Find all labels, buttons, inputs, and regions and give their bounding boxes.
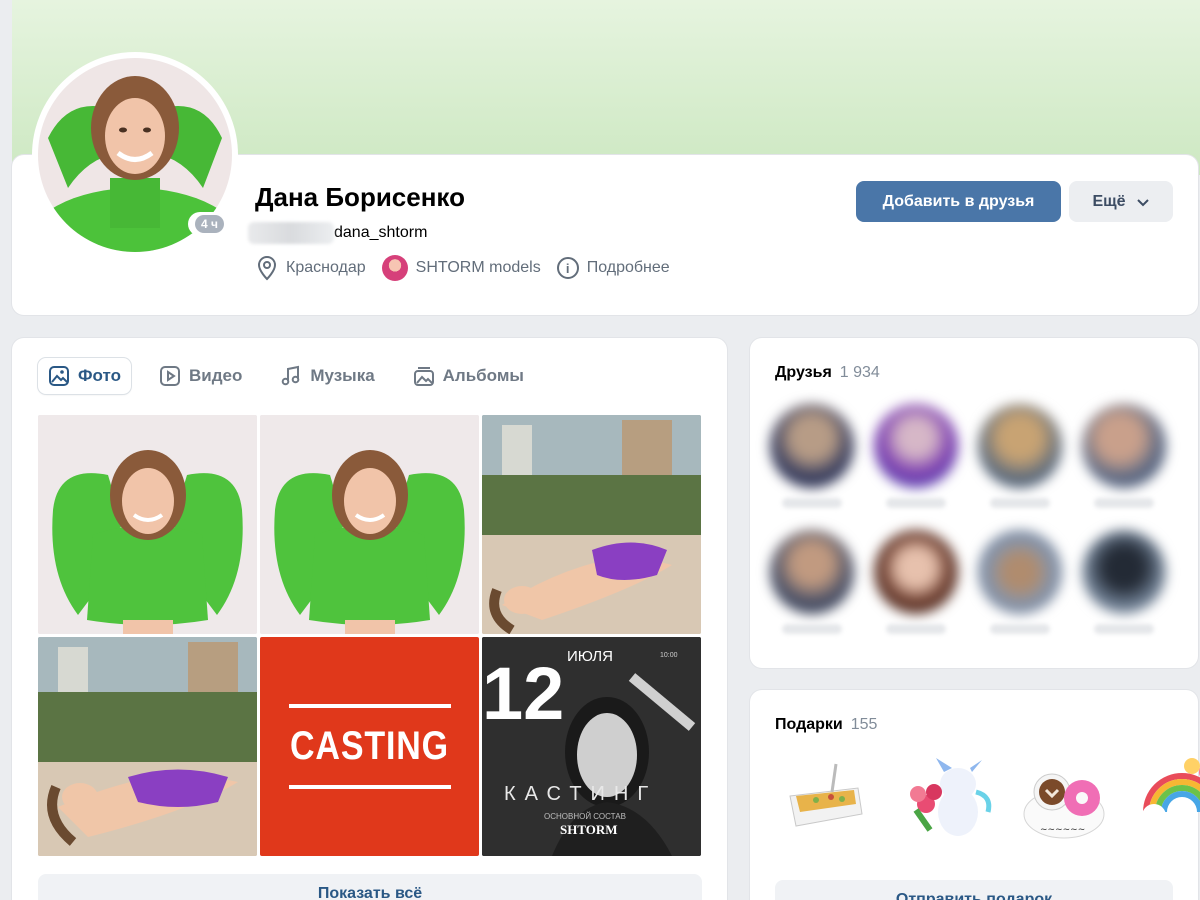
friend-name <box>782 624 842 634</box>
avatar <box>874 404 958 488</box>
tab-label: Видео <box>188 366 243 385</box>
friend-item[interactable] <box>1082 404 1166 508</box>
casting-text: CASTING <box>290 724 449 768</box>
friend-name <box>990 498 1050 508</box>
photo-thumbnail[interactable] <box>38 637 257 856</box>
profile-handle-row: dana_shtorm <box>248 222 427 244</box>
video-icon <box>159 366 180 386</box>
avatar <box>978 530 1062 614</box>
friend-item[interactable] <box>770 404 854 508</box>
gift-rainbow-balloons-icon[interactable] <box>1136 752 1200 848</box>
gifts-card: Подарки 155 ~~~~~~ Отправить подарок <box>750 690 1200 900</box>
profile-name: Дана Борисенко <box>255 182 465 212</box>
music-icon <box>282 365 300 386</box>
divider <box>288 704 451 708</box>
friend-name <box>1094 624 1154 634</box>
avatar <box>770 404 854 488</box>
casting-poster[interactable]: 12 ИЮЛЯ 10:00 КАСТИНГ ОСНОВНОЙ СОСТАВ SH… <box>482 637 701 856</box>
tab-label: Музыка <box>310 366 375 385</box>
show-all-button[interactable]: Показать всё <box>38 874 702 900</box>
friend-name <box>886 498 946 508</box>
details-label: Подробнее <box>586 259 670 276</box>
friend-item[interactable] <box>874 530 958 634</box>
friend-item[interactable] <box>978 404 1062 508</box>
photo-thumbnail[interactable] <box>38 415 257 634</box>
send-gift-button[interactable]: Отправить подарок <box>775 880 1173 900</box>
tab-video[interactable]: Видео <box>149 358 252 394</box>
svg-text:КАСТИНГ: КАСТИНГ <box>504 783 657 805</box>
blurred-id <box>248 222 334 244</box>
avatar <box>874 530 958 614</box>
svg-text:ИЮЛЯ: ИЮЛЯ <box>567 648 613 665</box>
gift-casserole-icon[interactable] <box>776 752 872 848</box>
gift-donut-coffee-icon[interactable]: ~~~~~~ <box>1016 752 1112 848</box>
gifts-title: Подарки <box>775 716 843 733</box>
chevron-down-icon <box>1136 198 1149 206</box>
friend-name <box>886 624 946 634</box>
friend-name <box>782 498 842 508</box>
organization-item[interactable]: SHTORM models <box>381 255 541 281</box>
friend-name <box>990 624 1050 634</box>
page-left-gutter <box>0 0 12 900</box>
avatar <box>978 404 1062 488</box>
media-card: Фото Видео Музыка Альбомы CASTING 12 ИЮЛ… <box>12 338 727 900</box>
online-status-badge: 4 ч <box>188 212 231 236</box>
organization-label: SHTORM models <box>415 259 541 276</box>
more-label: Ещё <box>1092 192 1126 210</box>
friends-header[interactable]: Друзья 1 934 <box>775 364 880 382</box>
friends-card: Друзья 1 934 <box>750 338 1198 668</box>
gifts-header[interactable]: Подарки 155 <box>775 716 877 734</box>
gift-dragon-flowers-icon[interactable] <box>896 752 992 848</box>
tab-photo[interactable]: Фото <box>38 358 131 394</box>
friend-item[interactable] <box>978 530 1062 634</box>
location-item[interactable]: Краснодар <box>256 255 366 281</box>
casting-banner[interactable]: CASTING <box>260 637 479 856</box>
photo-grid: CASTING 12 ИЮЛЯ 10:00 КАСТИНГ ОСНОВНОЙ С… <box>38 415 702 856</box>
more-button[interactable]: Ещё <box>1069 181 1173 222</box>
divider <box>288 785 451 789</box>
organization-logo-icon <box>381 255 408 281</box>
tab-label: Альбомы <box>442 366 524 385</box>
add-friend-button[interactable]: Добавить в друзья <box>856 181 1061 222</box>
gifts-count: 155 <box>850 716 878 733</box>
profile-handle: dana_shtorm <box>334 224 428 241</box>
svg-text:SHTORM: SHTORM <box>560 822 618 837</box>
friend-item[interactable] <box>1082 530 1166 634</box>
tab-music[interactable]: Музыка <box>270 358 384 394</box>
friends-grid <box>770 404 1166 634</box>
friend-item[interactable] <box>874 404 958 508</box>
svg-text:12: 12 <box>482 652 564 735</box>
details-link[interactable]: i Подробнее <box>556 257 670 279</box>
albums-icon <box>413 367 434 386</box>
tab-albums[interactable]: Альбомы <box>403 358 534 394</box>
avatar <box>1082 530 1166 614</box>
photo-icon <box>49 366 69 386</box>
info-icon: i <box>556 257 579 279</box>
media-tabs: Фото Видео Музыка Альбомы <box>38 358 534 394</box>
avatar <box>1082 404 1166 488</box>
location-pin-icon <box>257 255 277 281</box>
location-label: Краснодар <box>286 259 366 276</box>
svg-text:10:00: 10:00 <box>660 652 678 659</box>
photo-thumbnail[interactable] <box>260 415 479 634</box>
gifts-list: ~~~~~~ <box>776 752 1200 848</box>
photo-thumbnail[interactable] <box>482 415 701 634</box>
profile-meta: Краснодар SHTORM models i Подробнее <box>256 255 670 281</box>
friend-name <box>1094 498 1154 508</box>
svg-text:~~~~~~: ~~~~~~ <box>1040 825 1085 835</box>
friends-count: 1 934 <box>839 364 880 381</box>
svg-text:ОСНОВНОЙ СОСТАВ: ОСНОВНОЙ СОСТАВ <box>544 812 626 821</box>
friends-title: Друзья <box>775 364 832 381</box>
friend-item[interactable] <box>770 530 854 634</box>
tab-label: Фото <box>78 366 121 385</box>
avatar <box>770 530 854 614</box>
